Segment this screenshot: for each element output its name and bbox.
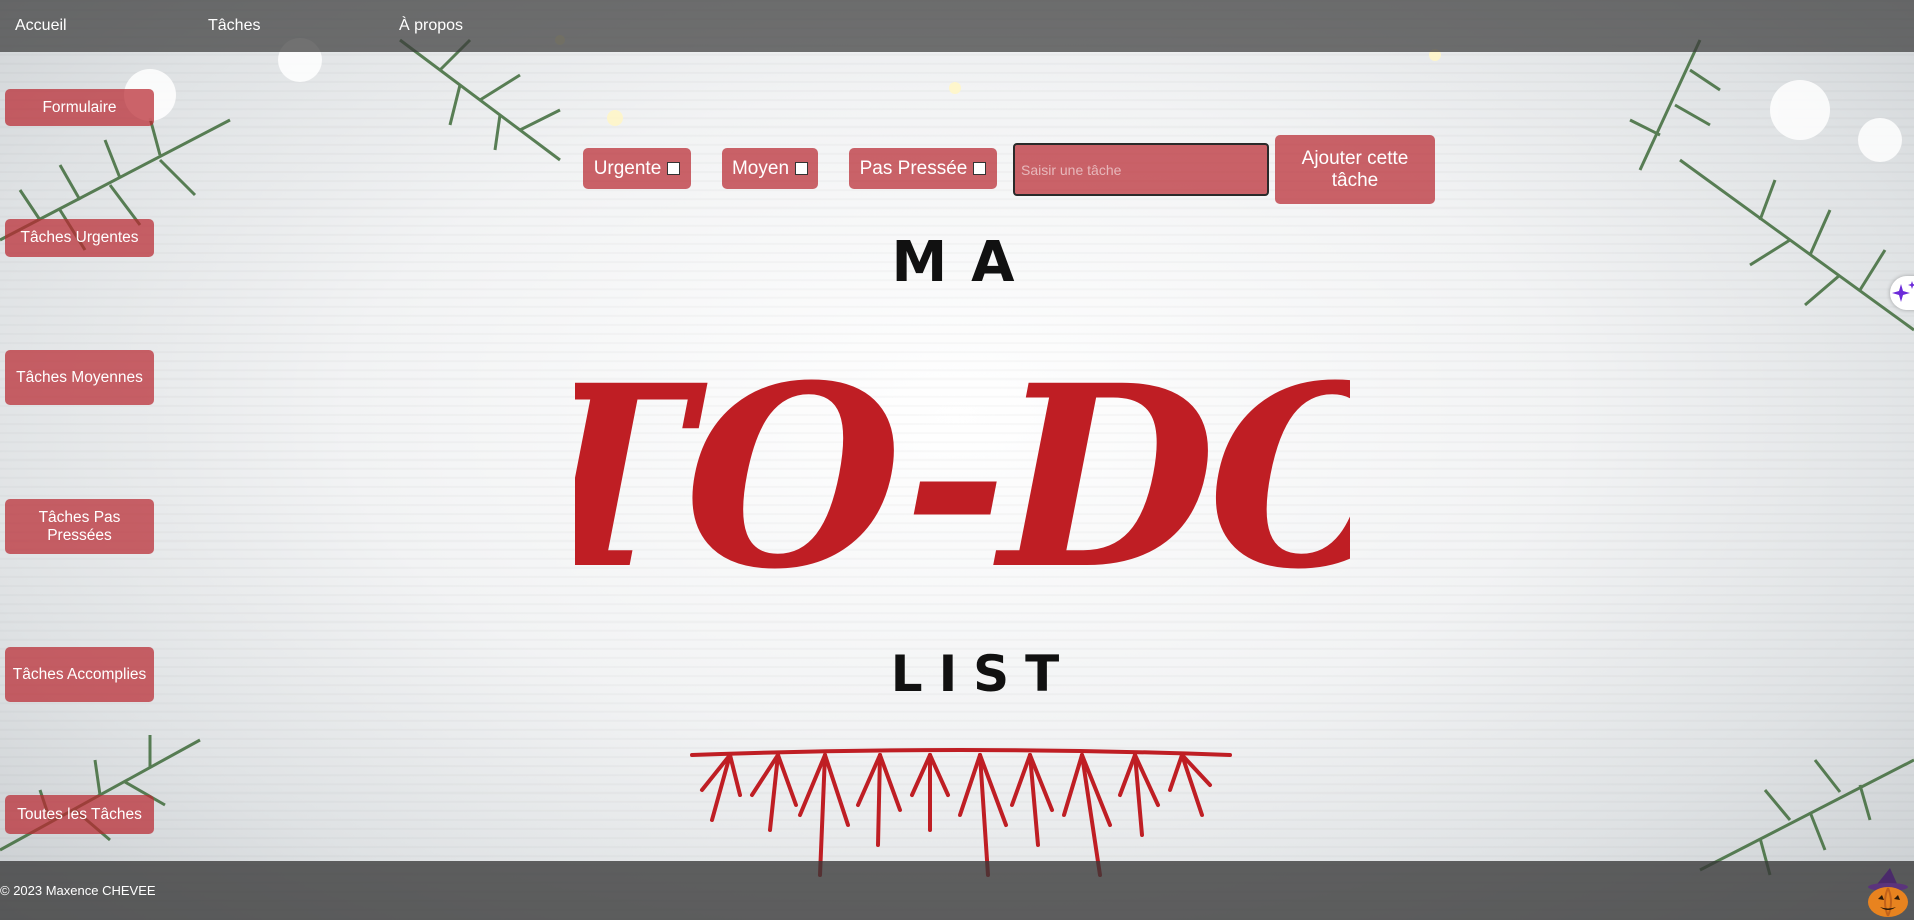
- priority-urgente-label: Urgente: [593, 157, 662, 179]
- sidebar-item-taches-pas-pressees[interactable]: Tâches Pas Pressées: [5, 499, 154, 554]
- nav-taches[interactable]: Tâches: [208, 17, 260, 35]
- nav-accueil[interactable]: Accueil: [15, 17, 67, 35]
- priority-pas-pressee-label: Pas Pressée: [859, 157, 968, 179]
- sidebar-item-formulaire[interactable]: Formulaire: [5, 89, 154, 126]
- sidebar-item-taches-moyennes[interactable]: Tâches Moyennes: [5, 350, 154, 405]
- sidebar-item-taches-urgentes[interactable]: Tâches Urgentes: [5, 219, 154, 257]
- pumpkin-icon[interactable]: [1864, 866, 1912, 918]
- footer: © 2023 Maxence CHEVEE: [0, 861, 1914, 920]
- sidebar-item-taches-accomplies[interactable]: Tâches Accomplies: [5, 647, 154, 702]
- task-input[interactable]: [1013, 143, 1269, 196]
- add-task-button[interactable]: Ajouter cette tâche: [1275, 135, 1435, 204]
- sidebar-item-toutes-les-taches[interactable]: Toutes les Tâches: [5, 795, 154, 834]
- title-bottom: LIST: [890, 645, 1076, 703]
- top-nav: Accueil Tâches À propos: [0, 0, 1914, 52]
- priority-pas-pressee-checkbox[interactable]: Pas Pressée: [849, 148, 997, 189]
- priority-urgente-checkbox[interactable]: Urgente: [583, 148, 691, 189]
- title-main-logo: TO-DO: [575, 330, 1350, 620]
- checkbox-icon[interactable]: [973, 162, 987, 175]
- title-top: MA: [891, 230, 1039, 295]
- checkbox-icon[interactable]: [795, 162, 809, 175]
- priority-moyen-label: Moyen: [731, 157, 790, 179]
- sparkle-icon[interactable]: [1890, 276, 1914, 310]
- priority-moyen-checkbox[interactable]: Moyen: [722, 148, 818, 189]
- nav-a-propos[interactable]: À propos: [399, 17, 463, 35]
- title-main-text: TO-DO: [575, 330, 1350, 620]
- checkbox-icon[interactable]: [667, 162, 681, 175]
- copyright-text: © 2023 Maxence CHEVEE: [0, 883, 156, 898]
